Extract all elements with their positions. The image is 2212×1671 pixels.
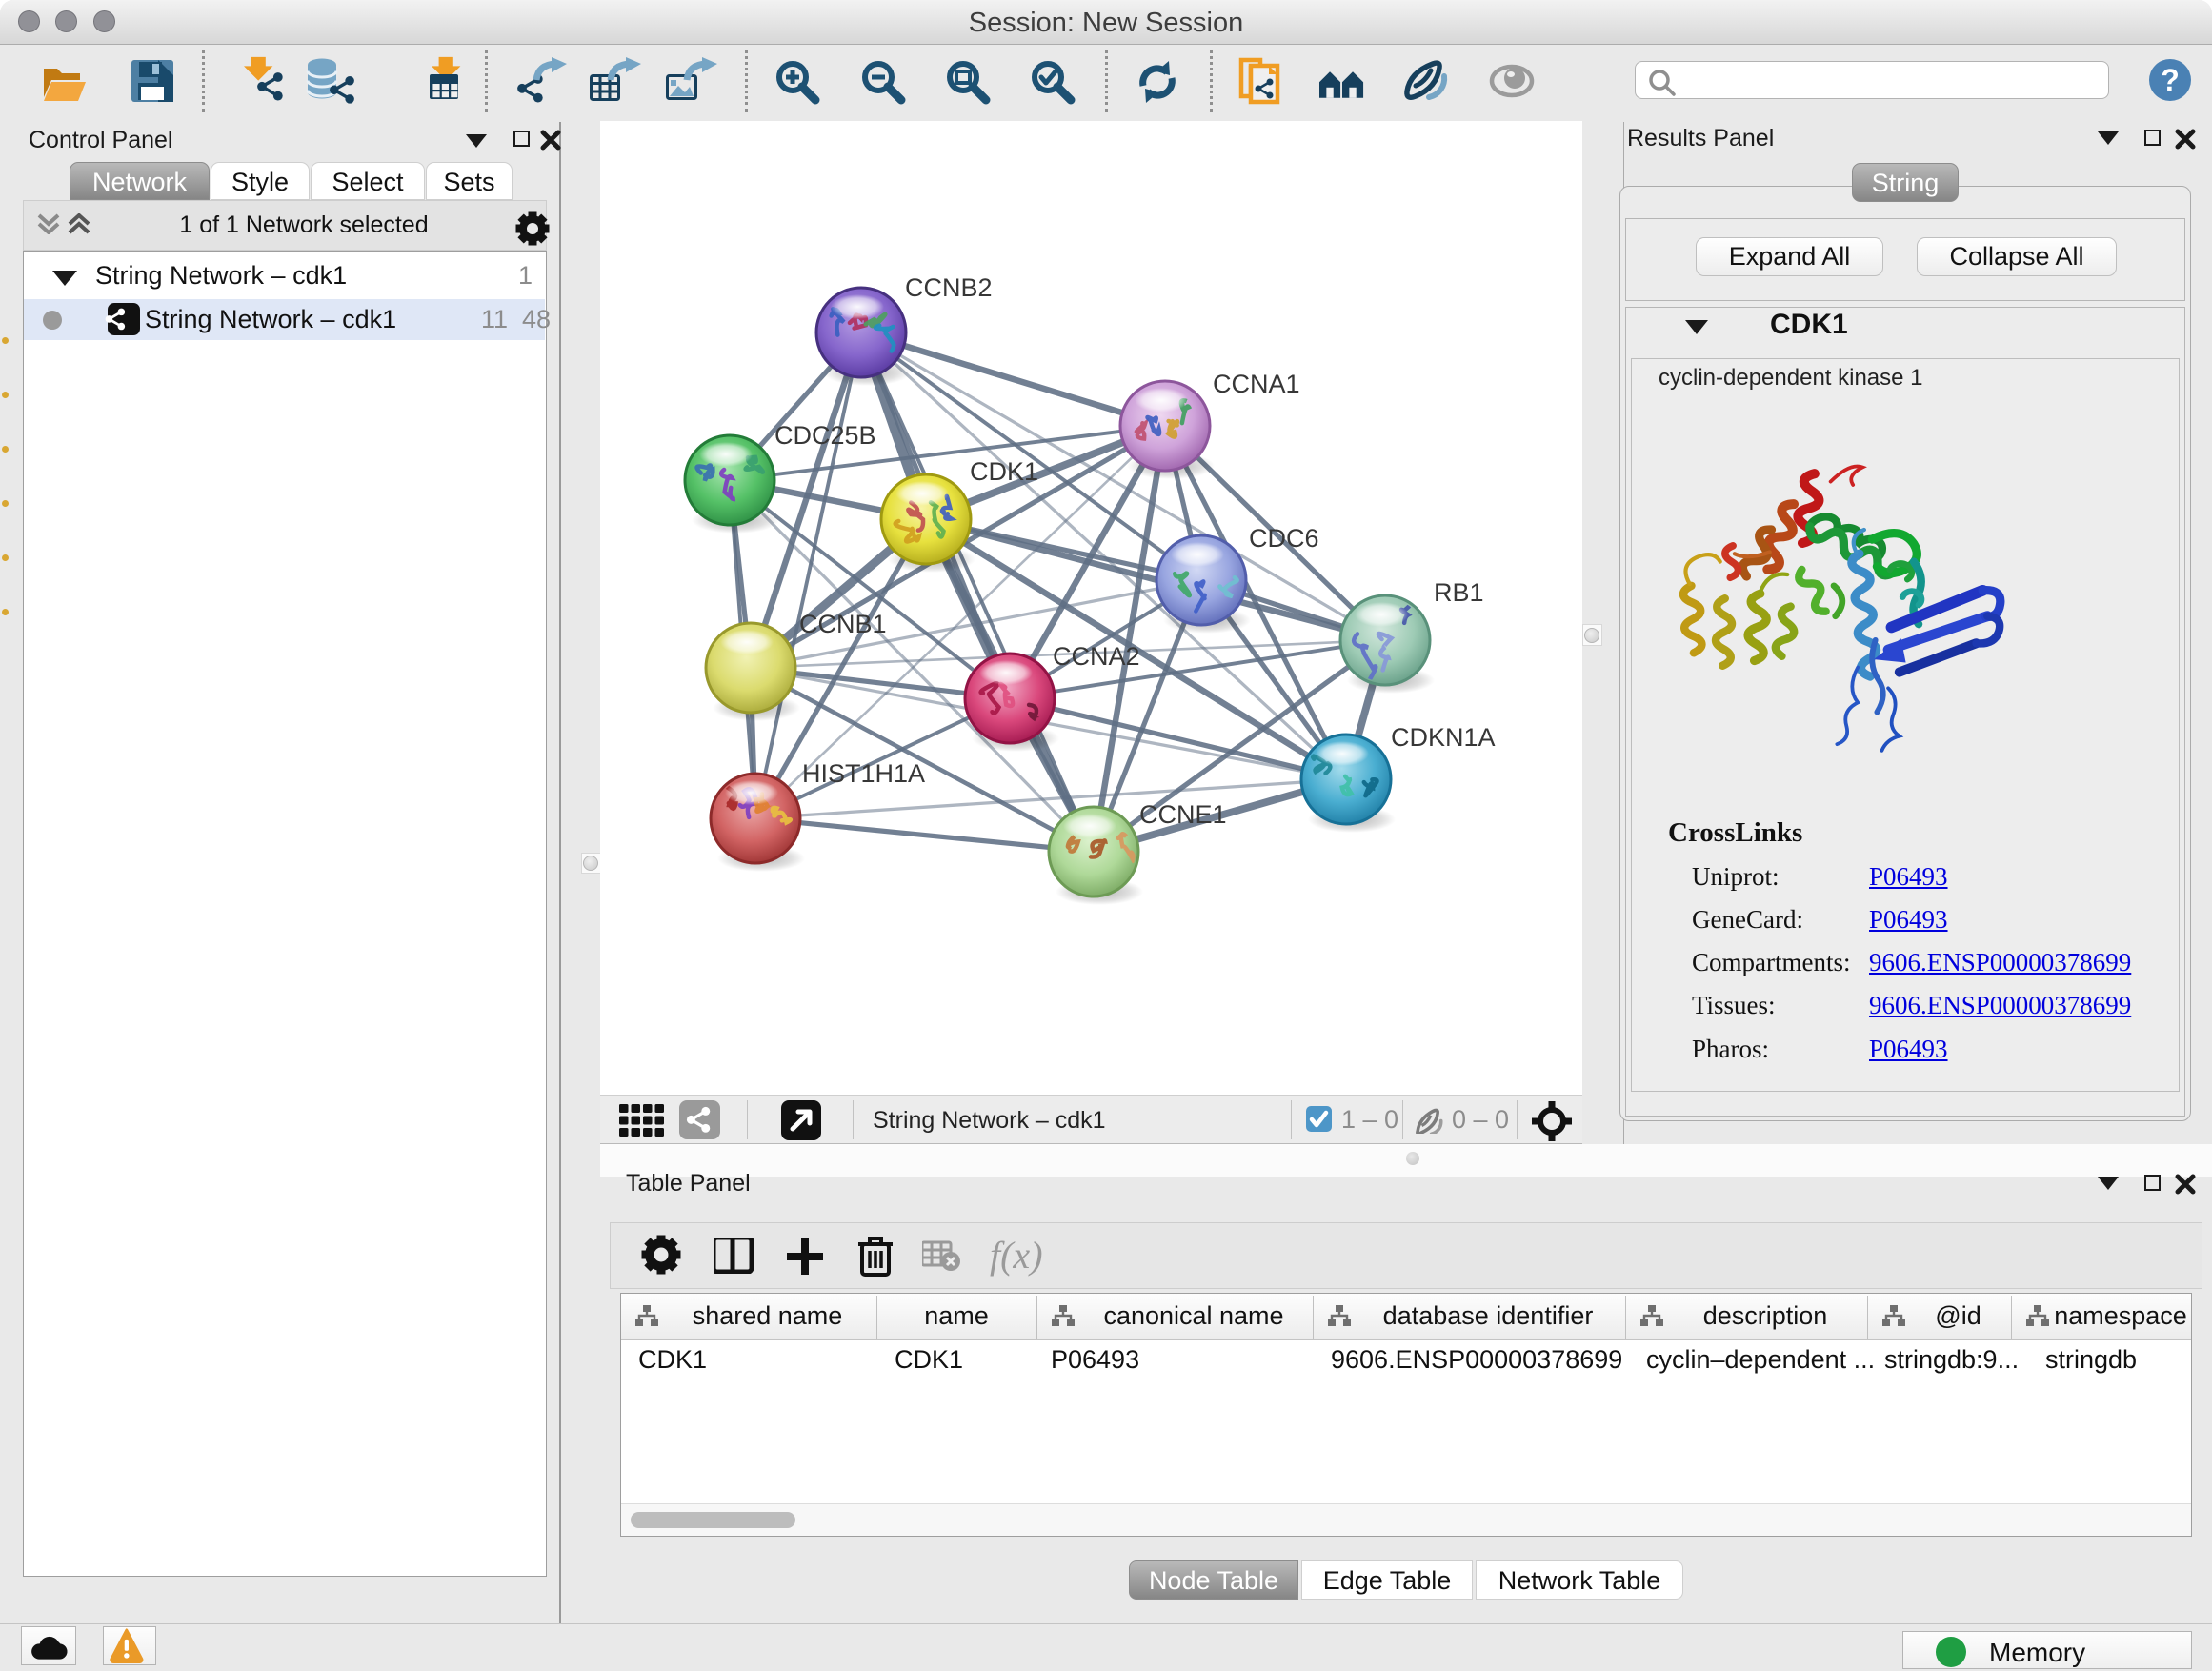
svg-text:CCNA2: CCNA2 <box>1053 642 1140 671</box>
svg-text:CDK1: CDK1 <box>970 457 1038 486</box>
svg-text:CDC25B: CDC25B <box>774 421 876 450</box>
svg-text:CCNA1: CCNA1 <box>1213 370 1300 398</box>
svg-text:CCNE1: CCNE1 <box>1139 800 1227 829</box>
svg-text:HIST1H1A: HIST1H1A <box>802 759 925 788</box>
svg-text:CDKN1A: CDKN1A <box>1391 723 1496 752</box>
svg-text:RB1: RB1 <box>1434 578 1484 607</box>
svg-text:CDC6: CDC6 <box>1249 524 1319 553</box>
svg-text:CCNB1: CCNB1 <box>799 610 887 638</box>
svg-text:?: ? <box>2161 63 2180 97</box>
svg-text:CCNB2: CCNB2 <box>905 273 993 302</box>
